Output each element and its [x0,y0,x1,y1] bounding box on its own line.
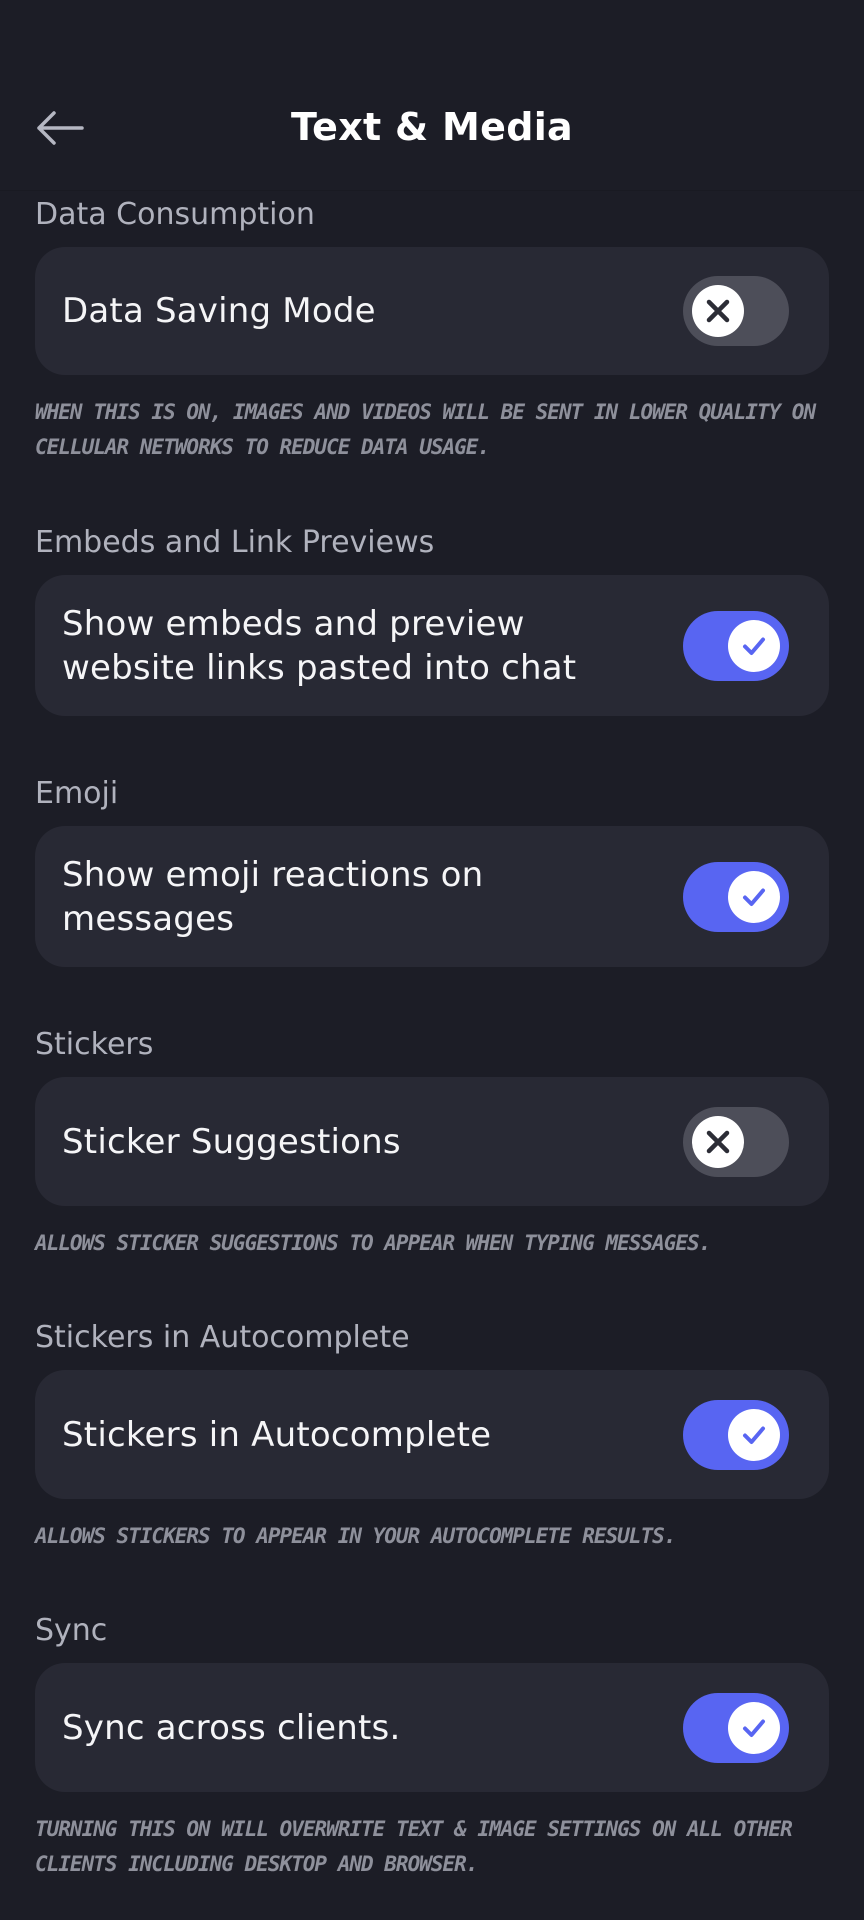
check-icon [743,637,765,655]
toggle-knob [728,1408,780,1461]
setting-label: Stickers in Autocomplete [62,1414,492,1455]
header-bar: Text & Media [0,0,864,191]
setting-label: Data Saving Mode [62,291,376,331]
setting-label: Sticker Suggestions [62,1121,401,1162]
check-icon [743,1426,765,1444]
x-icon [706,1130,730,1153]
section-sync: Sync Sync across clients. Turning this o… [35,1611,829,1882]
x-icon [706,299,730,323]
toggle-knob [728,870,780,923]
check-icon [743,888,765,906]
setting-card-emoji-reactions[interactable]: Show emoji reactions on messages [35,826,829,967]
toggle-knob [728,619,780,672]
section-note: Allows stickers to appear in your autoco… [35,1524,676,1548]
toggle-knob [728,1701,780,1754]
emoji-reactions-toggle[interactable] [683,861,789,932]
page-title: Text & Media [291,105,573,149]
section-title: Embeds and Link Previews [35,525,435,560]
setting-card-show-embeds[interactable]: Show embeds and preview website links pa… [35,575,829,716]
section-emoji: Emoji Show emoji reactions on messages [35,774,829,967]
section-stickers: Stickers Sticker Suggestions Allows stic… [35,1025,829,1261]
section-note: Turning this on will overwrite text & im… [35,1817,793,1876]
section-title: Sync [35,1613,108,1648]
setting-card-stickers-autocomplete[interactable]: Stickers in Autocomplete [35,1370,829,1499]
setting-label: Sync across clients. [62,1707,401,1748]
setting-card-data-saving-mode[interactable]: Data Saving Mode [35,247,829,375]
setting-card-sync-clients[interactable]: Sync across clients. [35,1663,829,1792]
section-note: Allows sticker suggestions to appear whe… [35,1231,711,1255]
setting-label: Show emoji reactions on messages [62,854,484,939]
toggle-knob [692,1115,744,1168]
stickers-autocomplete-toggle[interactable] [683,1399,789,1470]
section-embeds-link-previews: Embeds and Link Previews Show embeds and… [35,523,829,716]
section-stickers-autocomplete: Stickers in Autocomplete Stickers in Aut… [35,1318,829,1554]
show-embeds-toggle[interactable] [683,610,789,681]
section-title: Stickers [35,1027,154,1062]
check-icon [743,1719,765,1737]
sync-clients-toggle[interactable] [683,1692,789,1763]
data-saving-mode-toggle[interactable] [683,276,789,346]
toggle-knob [692,285,744,337]
setting-label: Show embeds and preview website links pa… [62,603,577,688]
section-data-consumption: Data Consumption Data Saving Mode When t… [35,195,829,465]
section-title: Stickers in Autocomplete [35,1320,410,1355]
section-title: Emoji [35,776,119,811]
setting-card-sticker-suggestions[interactable]: Sticker Suggestions [35,1077,829,1206]
section-note: When this is on, images and videos will … [35,400,816,459]
sticker-suggestions-toggle[interactable] [683,1106,789,1177]
section-title: Data Consumption [35,197,315,232]
